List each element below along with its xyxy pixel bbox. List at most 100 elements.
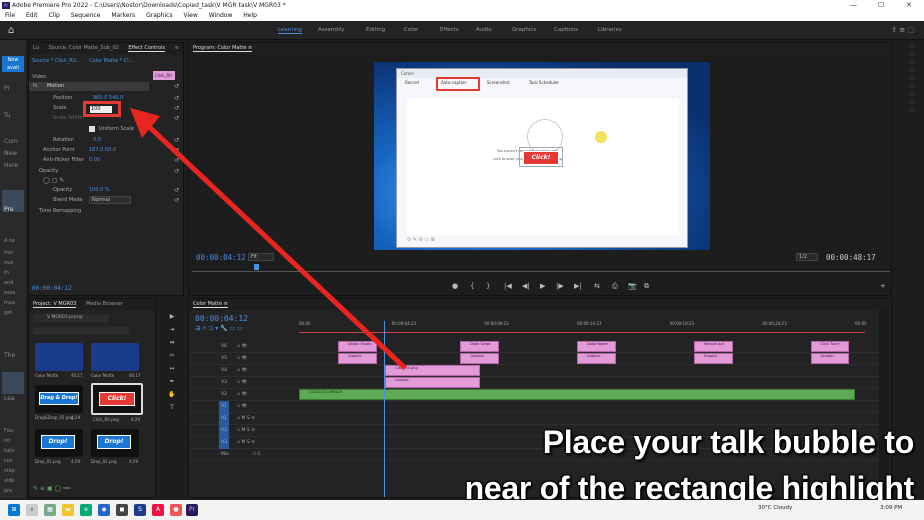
anti-flicker-value[interactable]: 0.00 <box>89 157 100 163</box>
opacity-label[interactable]: Opacity <box>39 168 58 174</box>
track-label[interactable]: V6 <box>219 341 229 353</box>
play-button[interactable]: ▶ <box>540 282 545 290</box>
track-toggle-icons[interactable]: ▫ 👁 <box>237 377 247 389</box>
reset-icon[interactable]: ↺ <box>174 187 179 194</box>
pen-tool-icon[interactable]: ✒ <box>162 375 182 388</box>
track-header[interactable]: V1 ▫ 👁 <box>189 401 297 413</box>
time-remapping-label[interactable]: Time Remapping <box>39 208 81 214</box>
track-label[interactable]: A2 <box>219 425 229 437</box>
track-header[interactable]: A2 ▫ M S ⊙ <box>189 425 297 437</box>
track-header[interactable]: V6 ▫ 👁 <box>189 341 297 353</box>
track-toggle-icons[interactable]: ▫ M S ⊙ <box>237 425 255 437</box>
selection-tool-icon[interactable]: ▶ <box>162 310 182 323</box>
tab-learn[interactable]: Lu <box>33 45 39 51</box>
track-header[interactable]: V3 ▫ 👁 <box>189 377 297 389</box>
reset-icon[interactable]: ↺ <box>174 157 179 164</box>
tab-source[interactable]: Source: Color Matte_Sub_02 <box>48 45 118 51</box>
rotation-value[interactable]: 0.0 <box>93 137 101 143</box>
track-row[interactable]: V5 ▫ 👁 <box>189 353 889 365</box>
program-timecode[interactable]: 00:00:04:12 <box>196 253 246 262</box>
motion-row[interactable]: fx Motion <box>29 82 149 91</box>
fx-icon[interactable]: fx <box>33 83 38 89</box>
track-label[interactable]: V4 <box>219 365 229 377</box>
reset-icon[interactable]: ↺ <box>174 197 179 204</box>
file-explorer-icon[interactable]: ▬ <box>62 504 74 516</box>
menu-edit[interactable]: Edit <box>26 12 38 19</box>
workspace-effects[interactable]: Effects <box>440 27 459 33</box>
menu-view[interactable]: View <box>184 12 198 19</box>
track-label[interactable]: V2 <box>219 389 229 401</box>
compare-view-button[interactable]: ⧉ <box>644 282 649 291</box>
effect-controls-timecode[interactable]: 00:00:04:12 <box>32 285 72 292</box>
search-icon[interactable]: ⌕ <box>26 504 38 516</box>
hand-tool-icon[interactable]: ✋ <box>162 388 182 401</box>
anchor-point-value[interactable]: 187.0 60.0 <box>89 147 116 153</box>
menu-file[interactable]: File <box>5 12 15 19</box>
track-label[interactable]: V3 <box>219 377 229 389</box>
track-row[interactable]: V1 ▫ 👁 <box>189 401 889 413</box>
bin-item-drag-drop[interactable]: Drag & Drop! <box>35 385 83 413</box>
workspace-captions[interactable]: Captions <box>554 27 578 33</box>
reset-icon[interactable]: ↺ <box>174 147 179 154</box>
timeline-clip[interactable]: Click_R0.png <box>385 365 480 376</box>
workspace-audio[interactable]: Audio <box>476 27 492 33</box>
learn-thumbnail[interactable] <box>2 372 24 394</box>
track-label[interactable]: V1 <box>219 401 229 413</box>
program-video-frame[interactable]: Cotale Record Auto-caption Screenshot Ta… <box>374 62 710 250</box>
menu-help[interactable]: Help <box>243 12 257 19</box>
bin-item-click-selected[interactable]: Click! <box>91 383 143 415</box>
track-label[interactable]: Mix <box>219 449 231 461</box>
reset-icon[interactable]: ↺ <box>174 105 179 112</box>
weather-status[interactable]: 30°C Cloudy <box>758 505 792 511</box>
reset-icon[interactable]: ↺ <box>174 115 179 122</box>
track-select-tool-icon[interactable]: ⇥ <box>162 323 182 336</box>
step-back-button[interactable]: ◀| <box>522 282 530 290</box>
workspace-menu-icon[interactable]: ⇪ ≡ ⬚ <box>891 26 914 34</box>
menu-window[interactable]: Window <box>209 12 233 19</box>
timeline-clip[interactable]: Graphic <box>693 353 733 364</box>
track-header[interactable]: V2 ▫ 👁 <box>189 389 297 401</box>
bin-item-drop[interactable]: Drop! <box>91 429 139 457</box>
type-tool-icon[interactable]: T <box>162 401 182 414</box>
app-icon[interactable]: ● <box>170 504 182 516</box>
button-editor-icon[interactable]: + <box>880 282 886 290</box>
export-frame-button[interactable]: 📷 <box>628 282 637 290</box>
timeline-clip[interactable]: Graphic <box>810 353 850 364</box>
track-toggle-icons[interactable]: ▫ 👁 <box>237 341 247 353</box>
track-header[interactable]: V5 ▫ 👁 <box>189 353 297 365</box>
source-clip-selector[interactable]: Source * Click_R0... <box>32 58 81 64</box>
windows-start-icon[interactable]: ⊞ <box>8 504 20 516</box>
track-label[interactable]: A3 <box>219 437 229 449</box>
panel-menu-icon[interactable]: ≡ <box>175 45 179 51</box>
mask-shape-icons[interactable]: ◯ ▢ ✎ <box>43 177 64 184</box>
home-icon[interactable]: ⌂ <box>8 25 14 36</box>
maximize-button[interactable]: ☐ <box>878 0 884 11</box>
track-toggle-icons[interactable]: ▫ 👁 <box>237 365 247 377</box>
edge-icon[interactable]: e <box>80 504 92 516</box>
effect-clip-chip[interactable]: Click_R0 <box>153 71 175 80</box>
program-mini-timeline[interactable] <box>192 262 890 272</box>
timeline-playhead[interactable] <box>383 321 385 497</box>
go-to-out-button[interactable]: ▶| <box>574 282 582 290</box>
bin-item-drop[interactable]: Drop! <box>35 429 83 457</box>
clock[interactable]: 3:09 PM <box>880 505 902 511</box>
extract-button[interactable]: ⎙ <box>612 282 618 291</box>
workspace-graphics[interactable]: Graphics <box>512 27 536 33</box>
add-marker-button[interactable]: ● <box>452 282 458 290</box>
project-footer-icons[interactable]: ✎ ≡ ▣ ◯ ━━ <box>33 485 70 492</box>
uniform-scale-checkbox[interactable] <box>89 126 95 132</box>
slip-tool-icon[interactable]: ↔ <box>162 362 182 375</box>
track-label[interactable]: V5 <box>219 353 229 365</box>
timeline-clip[interactable]: Click Too! h <box>810 341 850 352</box>
timeline-clip[interactable]: Graphic <box>385 377 480 388</box>
timeline-clip[interactable]: Graphic <box>577 353 616 364</box>
blend-mode-select[interactable]: Normal <box>89 196 131 204</box>
track-toggle-icons[interactable]: ▫ 👁 <box>237 401 247 413</box>
timeline-clip[interactable]: Dada Syste <box>460 341 500 352</box>
track-toggle-icons[interactable]: ▫ 👁 <box>237 389 247 401</box>
app-icon[interactable]: S <box>134 504 146 516</box>
bin-item-color-matte[interactable] <box>35 343 83 371</box>
timeline-clip[interactable]: Dadao Studio <box>337 341 377 352</box>
close-button[interactable]: ✕ <box>906 0 912 11</box>
reset-icon[interactable]: ↺ <box>174 95 179 102</box>
